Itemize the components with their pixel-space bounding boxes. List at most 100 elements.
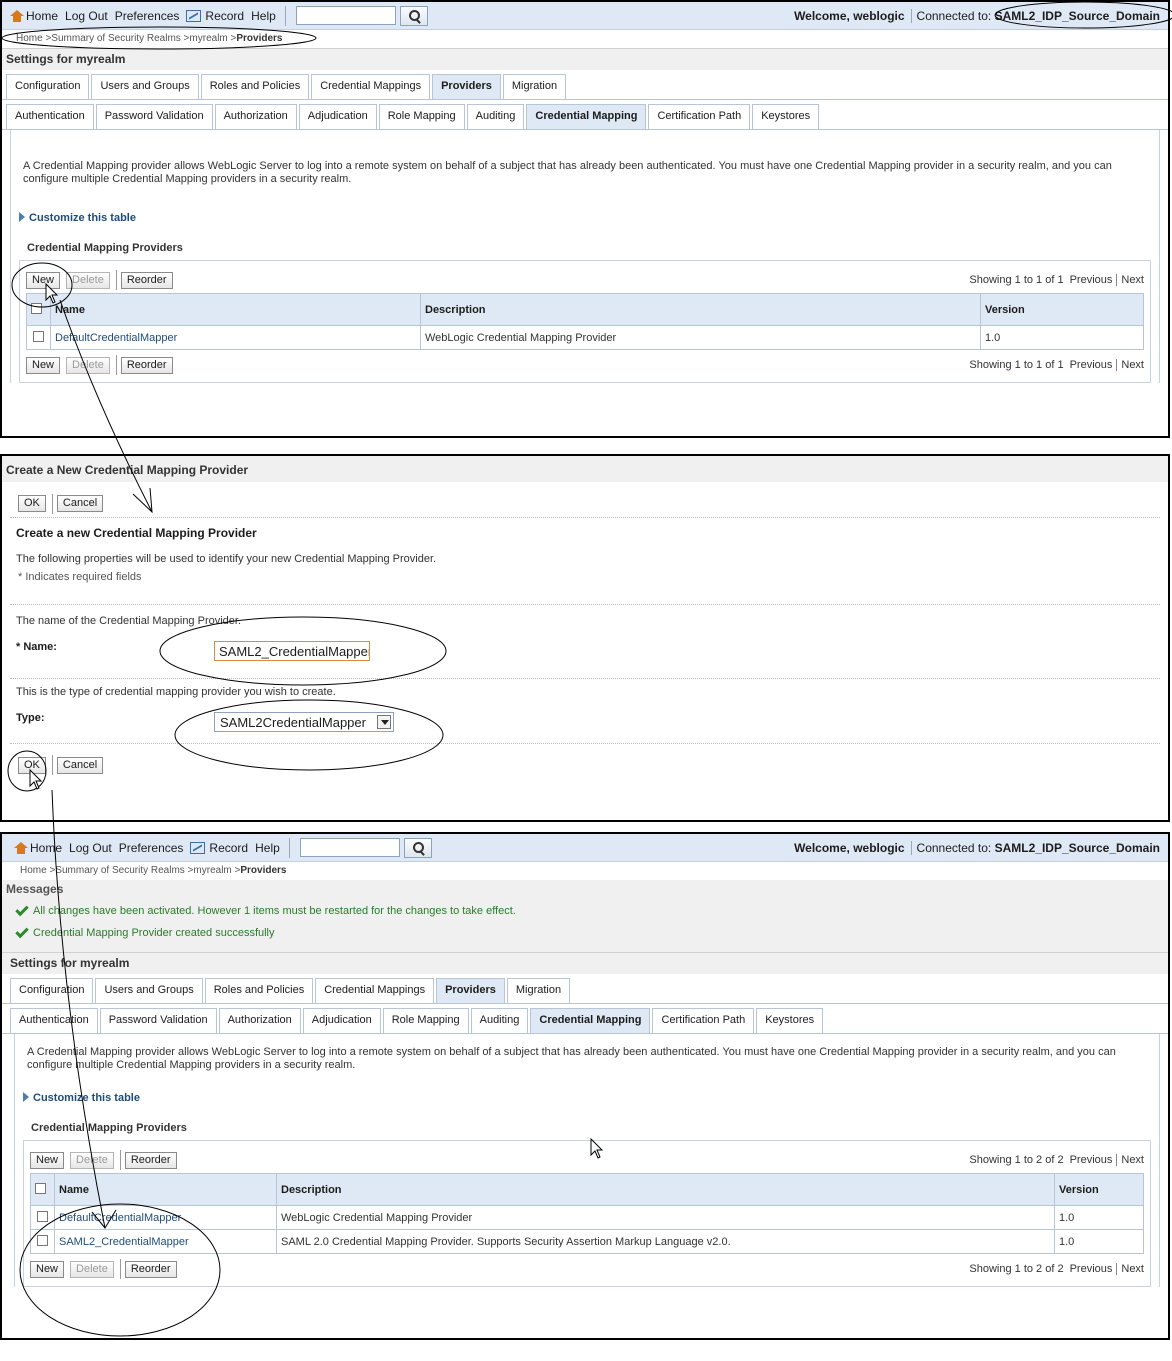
reorder-button[interactable]: Reorder — [120, 356, 173, 374]
nav-help[interactable]: Help — [251, 9, 276, 23]
ok-button[interactable]: OK — [18, 756, 46, 774]
expand-triangle-icon[interactable] — [23, 1092, 29, 1102]
previous-link[interactable]: Previous — [1070, 274, 1113, 286]
subtab-authorization[interactable]: Authorization — [218, 1008, 301, 1033]
column-name[interactable]: Name — [50, 293, 421, 326]
nav-home[interactable]: Home — [26, 9, 58, 23]
dropdown-arrow-icon[interactable] — [377, 715, 391, 729]
subtab-authorization[interactable]: Authorization — [214, 104, 297, 129]
ok-button[interactable]: OK — [18, 495, 46, 512]
next-link[interactable]: Next — [1116, 359, 1144, 371]
provider-name-link[interactable]: SAML2_CredentialMapper — [54, 1229, 277, 1254]
subtab-auditing[interactable]: Auditing — [466, 104, 525, 129]
tab-roles-policies[interactable]: Roles and Policies — [204, 978, 314, 1003]
providers-table: Name Description Version DefaultCredenti… — [26, 293, 1144, 350]
tab-credential-mappings[interactable]: Credential Mappings — [311, 74, 431, 99]
tab-migration[interactable]: Migration — [506, 978, 571, 1003]
tab-migration[interactable]: Migration — [502, 74, 567, 99]
select-all-checkbox[interactable] — [35, 1182, 46, 1194]
next-link[interactable]: Next — [1116, 1154, 1144, 1166]
previous-link[interactable]: Previous — [1070, 1154, 1113, 1166]
subtab-adjudication[interactable]: Adjudication — [302, 1008, 381, 1033]
new-button[interactable]: New — [30, 1260, 65, 1278]
tab-providers[interactable]: Providers — [436, 978, 505, 1003]
subtab-certification-path[interactable]: Certification Path — [648, 104, 751, 129]
name-input[interactable]: SAML2_CredentialMapper — [214, 641, 370, 661]
subtab-password-validation[interactable]: Password Validation — [95, 104, 213, 129]
customize-table-link[interactable]: Customize this table — [23, 1092, 1151, 1120]
new-button[interactable]: New — [26, 271, 61, 289]
column-name[interactable]: Name — [54, 1173, 277, 1206]
subtab-keystores[interactable]: Keystores — [752, 104, 820, 129]
nav-logout[interactable]: Log Out — [69, 841, 112, 855]
customize-label[interactable]: Customize this table — [29, 212, 136, 224]
next-link[interactable]: Next — [1116, 274, 1144, 286]
subtab-password-validation[interactable]: Password Validation — [99, 1008, 217, 1033]
subtab-auditing[interactable]: Auditing — [470, 1008, 529, 1033]
breadcrumb-realms[interactable]: Summary of Security Realms > — [55, 865, 193, 876]
reorder-button[interactable]: Reorder — [124, 1151, 177, 1169]
subtab-authentication[interactable]: Authentication — [10, 1008, 98, 1033]
home-icon[interactable] — [10, 9, 24, 22]
nav-help[interactable]: Help — [255, 841, 280, 855]
column-version[interactable]: Version — [1054, 1173, 1144, 1206]
new-button[interactable]: New — [26, 356, 61, 374]
previous-link[interactable]: Previous — [1070, 1263, 1113, 1275]
nav-record[interactable]: Record — [209, 841, 248, 855]
search-icon[interactable] — [399, 5, 428, 26]
previous-link[interactable]: Previous — [1070, 359, 1113, 371]
reorder-button[interactable]: Reorder — [124, 1260, 177, 1278]
tab-users-groups[interactable]: Users and Groups — [95, 978, 203, 1003]
nav-record[interactable]: Record — [205, 9, 244, 23]
breadcrumb-myrealm[interactable]: myrealm > — [193, 865, 240, 876]
customize-label[interactable]: Customize this table — [33, 1092, 140, 1104]
search-input[interactable] — [299, 838, 400, 857]
provider-name-link[interactable]: DefaultCredentialMapper — [50, 325, 421, 350]
tab-providers[interactable]: Providers — [432, 74, 501, 99]
breadcrumb-home[interactable]: Home > — [16, 33, 51, 44]
breadcrumb-myrealm[interactable]: myrealm > — [189, 33, 236, 44]
table-title: Credential Mapping Providers — [31, 1122, 187, 1134]
cancel-button[interactable]: Cancel — [56, 756, 104, 774]
search-input[interactable] — [295, 6, 396, 25]
next-link[interactable]: Next — [1116, 1263, 1144, 1275]
subtab-keystores[interactable]: Keystores — [756, 1008, 824, 1033]
subtab-credential-mapping[interactable]: Credential Mapping — [526, 104, 647, 129]
tab-configuration[interactable]: Configuration — [10, 978, 94, 1003]
subtab-role-mapping[interactable]: Role Mapping — [378, 104, 465, 129]
type-select[interactable]: SAML2CredentialMapper — [214, 712, 394, 732]
column-description[interactable]: Description — [420, 293, 981, 326]
paging-status: Showing 1 to 2 of 2 — [969, 1263, 1064, 1275]
row-checkbox[interactable] — [33, 330, 44, 342]
nav-logout[interactable]: Log Out — [65, 9, 108, 23]
record-icon[interactable] — [186, 9, 202, 22]
nav-preferences[interactable]: Preferences — [115, 9, 180, 23]
column-description[interactable]: Description — [276, 1173, 1055, 1206]
column-version[interactable]: Version — [980, 293, 1144, 326]
breadcrumb-home[interactable]: Home > — [20, 865, 55, 876]
subtab-certification-path[interactable]: Certification Path — [652, 1008, 755, 1033]
row-checkbox[interactable] — [37, 1234, 48, 1246]
tab-credential-mappings[interactable]: Credential Mappings — [315, 978, 435, 1003]
customize-table-link[interactable]: Customize this table — [19, 212, 1151, 240]
subtab-adjudication[interactable]: Adjudication — [298, 104, 377, 129]
row-checkbox[interactable] — [37, 1210, 48, 1222]
subtab-authentication[interactable]: Authentication — [6, 104, 94, 129]
search-icon[interactable] — [403, 837, 432, 858]
tab-users-groups[interactable]: Users and Groups — [91, 74, 199, 99]
record-icon[interactable] — [190, 841, 206, 854]
provider-name-link[interactable]: DefaultCredentialMapper — [54, 1205, 277, 1230]
breadcrumb-realms[interactable]: Summary of Security Realms > — [51, 33, 189, 44]
new-button[interactable]: New — [30, 1151, 65, 1169]
nav-preferences[interactable]: Preferences — [119, 841, 184, 855]
reorder-button[interactable]: Reorder — [120, 271, 173, 289]
expand-triangle-icon[interactable] — [19, 212, 25, 222]
tab-configuration[interactable]: Configuration — [6, 74, 90, 99]
home-icon[interactable] — [14, 841, 28, 854]
nav-home[interactable]: Home — [30, 841, 62, 855]
subtab-role-mapping[interactable]: Role Mapping — [382, 1008, 469, 1033]
tab-roles-policies[interactable]: Roles and Policies — [200, 74, 310, 99]
select-all-checkbox[interactable] — [31, 302, 42, 314]
subtab-credential-mapping[interactable]: Credential Mapping — [530, 1008, 651, 1033]
cancel-button[interactable]: Cancel — [56, 495, 104, 512]
